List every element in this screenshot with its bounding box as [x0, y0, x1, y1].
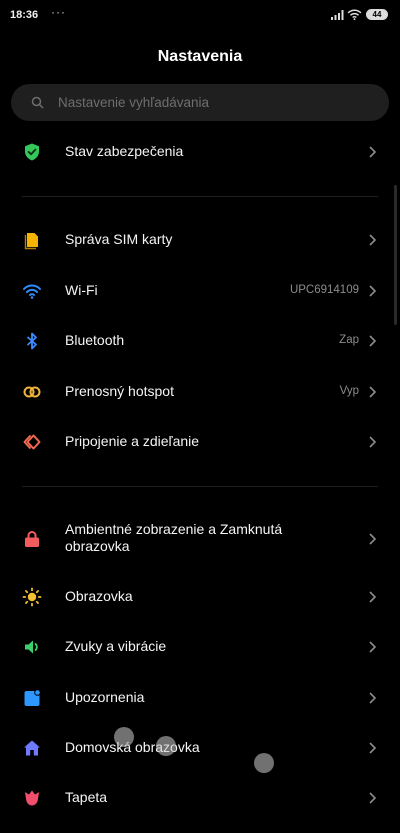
settings-item-label: Obrazovka: [65, 588, 133, 604]
battery-icon: 44: [366, 9, 388, 20]
notification-icon: [24, 689, 41, 706]
chevron-right-icon: [369, 234, 377, 246]
settings-item-value: Zap: [339, 334, 359, 346]
search-icon: [31, 96, 44, 109]
status-more-icon: ···: [51, 5, 66, 19]
settings-item-sim[interactable]: Správa SIM karty: [0, 215, 400, 265]
chevron-right-icon: [369, 692, 377, 704]
section-divider: [22, 486, 378, 487]
chevron-right-icon: [369, 792, 377, 804]
search-input[interactable]: Nastavenie vyhľadávania: [11, 84, 389, 121]
settings-item-bluetooth[interactable]: Bluetooth Zap: [0, 316, 400, 366]
chevron-right-icon: [369, 386, 377, 398]
settings-item-label: Ambientné zobrazenie a Zamknutá obrazovk…: [65, 521, 283, 554]
connection-sharing-icon: [23, 434, 41, 450]
settings-item-label: Pripojenie a zdieľanie: [65, 433, 200, 449]
chevron-right-icon: [369, 591, 377, 603]
shield-check-icon: [25, 143, 39, 161]
touch-indicator: [254, 753, 274, 773]
chevron-right-icon: [369, 335, 377, 347]
settings-item-label: Tapeta: [65, 789, 108, 805]
settings-item-notifications[interactable]: Upozornenia: [0, 673, 400, 723]
home-icon: [24, 740, 40, 756]
settings-item-label: Bluetooth: [65, 332, 125, 348]
sun-icon: [22, 587, 42, 607]
signal-icon: [331, 10, 344, 20]
settings-item-value: UPC6914109: [289, 284, 359, 296]
bluetooth-icon: [26, 332, 37, 350]
settings-item-hotspot[interactable]: Prenosný hotspot Vyp: [0, 367, 400, 417]
wifi-icon: [23, 284, 41, 299]
chevron-right-icon: [369, 533, 377, 545]
settings-item-connection-sharing[interactable]: Pripojenie a zdieľanie: [0, 417, 400, 467]
hotspot-icon: [23, 386, 41, 398]
speaker-icon: [25, 640, 38, 654]
touch-indicator: [156, 736, 176, 756]
settings-item-home-screen[interactable]: Domovská obrazovka: [0, 723, 400, 773]
settings-item-wallpaper[interactable]: Tapeta: [0, 773, 400, 823]
status-bar: 18:36 ··· 44: [0, 0, 400, 30]
chevron-right-icon: [369, 641, 377, 653]
section-divider: [22, 196, 378, 197]
settings-item-label: Správa SIM karty: [65, 231, 173, 247]
chevron-right-icon: [369, 742, 377, 754]
settings-item-label: Stav zabezpečenia: [65, 143, 184, 159]
settings-item-display[interactable]: Obrazovka: [0, 572, 400, 622]
settings-item-label: Wi-Fi: [65, 282, 98, 298]
page-title: Nastavenia: [157, 48, 243, 65]
chevron-right-icon: [369, 146, 377, 158]
settings-item-label: Prenosný hotspot: [65, 383, 174, 399]
tulip-icon: [25, 790, 39, 806]
settings-item-security[interactable]: Stav zabezpečenia: [0, 127, 400, 177]
settings-item-sound[interactable]: Zvuky a vibrácie: [0, 622, 400, 672]
status-time: 18:36: [10, 9, 39, 21]
touch-indicator: [114, 727, 134, 747]
settings-item-wifi[interactable]: Wi-Fi UPC6914109: [0, 266, 400, 316]
settings-item-lock-screen[interactable]: Ambientné zobrazenie a Zamknutá obrazovk…: [0, 514, 400, 564]
chevron-right-icon: [369, 436, 377, 448]
settings-item-value: Vyp: [339, 385, 359, 397]
lock-icon: [25, 531, 39, 547]
settings-item-label: Upozornenia: [65, 689, 145, 705]
settings-item-label: Zvuky a vibrácie: [65, 638, 167, 654]
chevron-right-icon: [369, 285, 377, 297]
search-placeholder: Nastavenie vyhľadávania: [58, 95, 210, 110]
sim-card-icon: [24, 233, 38, 250]
wifi-status-icon: [347, 9, 362, 20]
